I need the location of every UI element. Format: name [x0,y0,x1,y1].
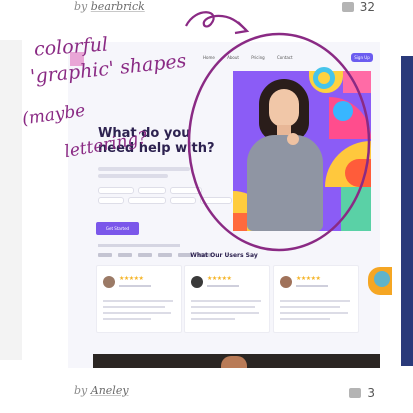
hero-illustration [233,67,371,231]
reviewer-name-placeholder [119,285,151,287]
likes-counter[interactable]: 3 [349,386,375,400]
trusted-by-label [98,244,180,247]
shot-signup-button: Sign Up [351,53,373,62]
credit-prefix: by [74,384,88,397]
art-shape [341,187,371,231]
review-text-line [280,318,330,320]
art-shape [343,71,371,93]
likes-count: 3 [367,386,375,400]
hero-category-pills [98,187,248,215]
review-text-line [191,312,259,314]
person-hand [287,133,299,145]
star-rating: ★★★★★ [207,275,232,282]
review-text-line [103,318,151,320]
category-pill [128,197,166,204]
category-pill [98,187,134,194]
author-link[interactable]: Aneley [91,384,129,397]
category-pill [200,197,232,204]
likes-count: 32 [359,0,375,14]
likes-counter[interactable]: 32 [341,0,375,14]
review-text-line [191,300,261,302]
review-text-line [103,312,171,314]
adjacent-shot-right[interactable] [401,56,413,366]
art-shape [313,67,335,89]
next-section-photo [93,354,380,368]
thumbs-up-icon[interactable] [349,388,362,398]
category-pill [98,197,124,204]
testimonials-title: What Our Users Say [190,252,258,259]
nav-link: Pricing [251,55,265,60]
art-shape [345,159,371,187]
thumbs-up-icon[interactable] [341,2,354,12]
testimonial-card: ★★★★★ [96,265,182,333]
author-credit: by bearbrick [74,0,145,13]
review-text-line [191,306,255,308]
testimonial-card: ★★★★★ [273,265,359,333]
category-pill [170,197,196,204]
hero-subtitle-placeholder [98,167,190,171]
review-text-line [280,300,350,302]
review-text-line [103,306,165,308]
reviewer-name-placeholder [296,285,328,287]
avatar [103,276,115,288]
feed-item-credit-top: by bearbrick 32 [0,0,413,22]
credit-prefix: by [74,0,88,13]
star-rating: ★★★★★ [119,275,144,282]
review-text-line [280,312,348,314]
avatar [280,276,292,288]
next-shot-preview [368,267,392,295]
review-text-line [191,318,235,320]
art-shape [233,213,247,231]
author-link[interactable]: bearbrick [91,0,145,13]
adjacent-shot-left[interactable] [0,40,22,360]
author-credit: by Aneley [74,384,129,397]
testimonial-card: ★★★★★ [184,265,270,333]
avatar [191,276,203,288]
feed-item-credit-bottom: by Aneley 3 [0,381,413,403]
category-pill [138,187,166,194]
person-photo [221,356,247,368]
shot-nav-links: Home About Pricing Contact [203,55,304,60]
arrow-head-icon [234,21,250,35]
nav-link: Home [203,55,215,60]
nav-link: About [227,55,239,60]
hero-subtitle-placeholder [98,174,168,178]
review-text-line [280,306,340,308]
shot-get-started-button: Get Started [96,222,139,235]
nav-link: Contact [276,55,293,60]
person-face [269,89,299,127]
reviewer-name-placeholder [207,285,239,287]
review-text-line [103,300,173,302]
category-pill [170,187,202,194]
art-shape [333,101,353,121]
person-sweater [247,135,323,231]
star-rating: ★★★★★ [296,275,321,282]
